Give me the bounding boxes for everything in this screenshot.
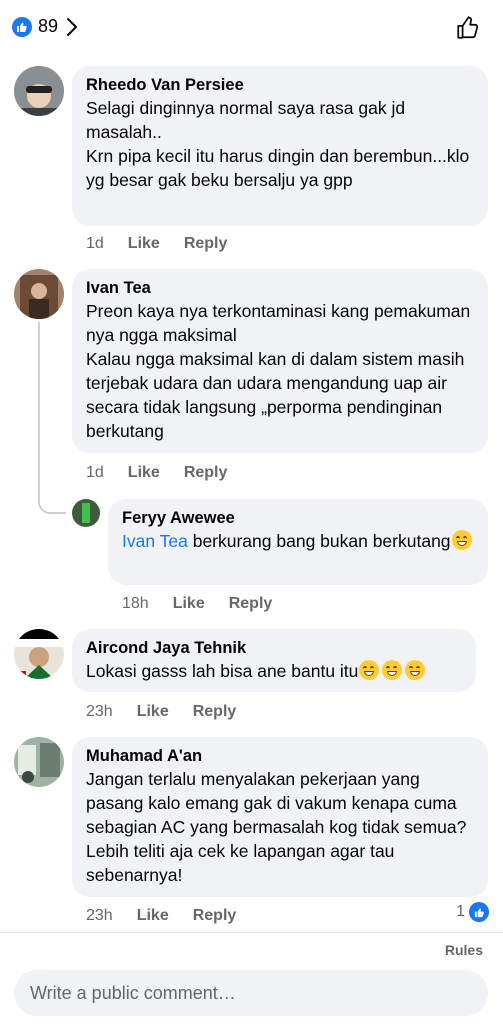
like-button[interactable]: Like (128, 235, 160, 253)
grinning-emoji-icon (382, 660, 403, 680)
avatar[interactable] (14, 629, 64, 679)
comment-actions: 23h Like Reply (86, 703, 260, 721)
comment-reaction-count[interactable]: 1 (456, 902, 489, 922)
comment-actions: 1d Like Reply (86, 235, 251, 253)
comment-bubble: Aircond Jaya Tehnik Lokasi gasss lah bis… (72, 629, 476, 692)
like-button[interactable]: Like (128, 464, 160, 482)
comment-text: Selagi dinginnya normal saya rasa gak jd… (86, 98, 470, 190)
comment-text: Ivan Tea berkurang bang bukan berkutang (122, 529, 474, 553)
avatar[interactable] (14, 66, 64, 116)
avatar[interactable] (14, 737, 64, 787)
comment-timestamp[interactable]: 18h (122, 595, 149, 613)
comment-bubble: Feryy Awewee Ivan Tea berkurang bang buk… (108, 499, 488, 585)
comment-timestamp[interactable]: 1d (86, 235, 104, 253)
avatar[interactable] (72, 499, 100, 527)
like-button[interactable]: Like (137, 703, 169, 721)
comment-actions: 23h Like Reply (86, 907, 260, 925)
comment-text: Lokasi gasss lah bisa ane bantu itu (86, 659, 462, 683)
comment-author[interactable]: Aircond Jaya Tehnik (86, 637, 462, 659)
grinning-emoji-icon (359, 660, 380, 680)
comment-bubble: Ivan Tea Preon kaya nya terkontaminasi k… (72, 269, 488, 453)
comment-author[interactable]: Ivan Tea (86, 277, 474, 299)
comment-author[interactable]: Rheedo Van Persiee (86, 74, 474, 96)
reply-button[interactable]: Reply (193, 907, 237, 925)
like-icon (12, 16, 32, 37)
comment-input[interactable]: Write a public comment… (14, 970, 488, 1016)
comment-bubble: Muhamad A'an Jangan terlalu menyalakan p… (72, 737, 488, 897)
chevron-right-icon (67, 17, 78, 36)
reply-button[interactable]: Reply (193, 703, 237, 721)
reaction-count: 89 (38, 16, 59, 36)
mention-link[interactable]: Ivan Tea (122, 531, 188, 551)
like-button[interactable]: Like (137, 907, 169, 925)
comment-timestamp[interactable]: 1d (86, 464, 104, 482)
divider (0, 932, 503, 933)
comment-author[interactable]: Muhamad A'an (86, 745, 474, 767)
rules-link[interactable]: Rules (445, 942, 483, 958)
comment-text: Jangan terlalu menyalakan pekerjaan yang… (86, 769, 467, 885)
comment-bubble: Rheedo Van Persiee Selagi dinginnya norm… (72, 66, 488, 226)
comment-input-placeholder: Write a public comment… (30, 982, 236, 1003)
thumbs-up-outline-icon[interactable] (455, 15, 481, 41)
comment-text-body: Lokasi gasss lah bisa ane bantu itu (86, 661, 359, 681)
comment-reaction-number: 1 (456, 903, 465, 920)
reply-text: berkurang bang bukan berkutang (187, 531, 451, 551)
comment-actions: 1d Like Reply (86, 464, 251, 482)
like-button[interactable]: Like (173, 595, 205, 613)
reply-thread-line (38, 322, 66, 514)
grinning-emoji-icon (451, 530, 472, 550)
reply-button[interactable]: Reply (184, 464, 228, 482)
comment-timestamp[interactable]: 23h (86, 907, 113, 925)
reactions-summary[interactable]: 89 (12, 16, 78, 37)
comment-author[interactable]: Feryy Awewee (122, 507, 474, 529)
grinning-emoji-icon (405, 660, 426, 680)
like-icon (469, 902, 489, 922)
comment-text: Preon kaya nya terkontaminasi kang pemak… (86, 301, 471, 441)
avatar[interactable] (14, 269, 64, 319)
reply-button[interactable]: Reply (184, 235, 228, 253)
comment-actions: 18h Like Reply (122, 595, 296, 613)
comment-timestamp[interactable]: 23h (86, 703, 113, 721)
reactions-header: 89 (0, 0, 503, 56)
reply-button[interactable]: Reply (229, 595, 273, 613)
